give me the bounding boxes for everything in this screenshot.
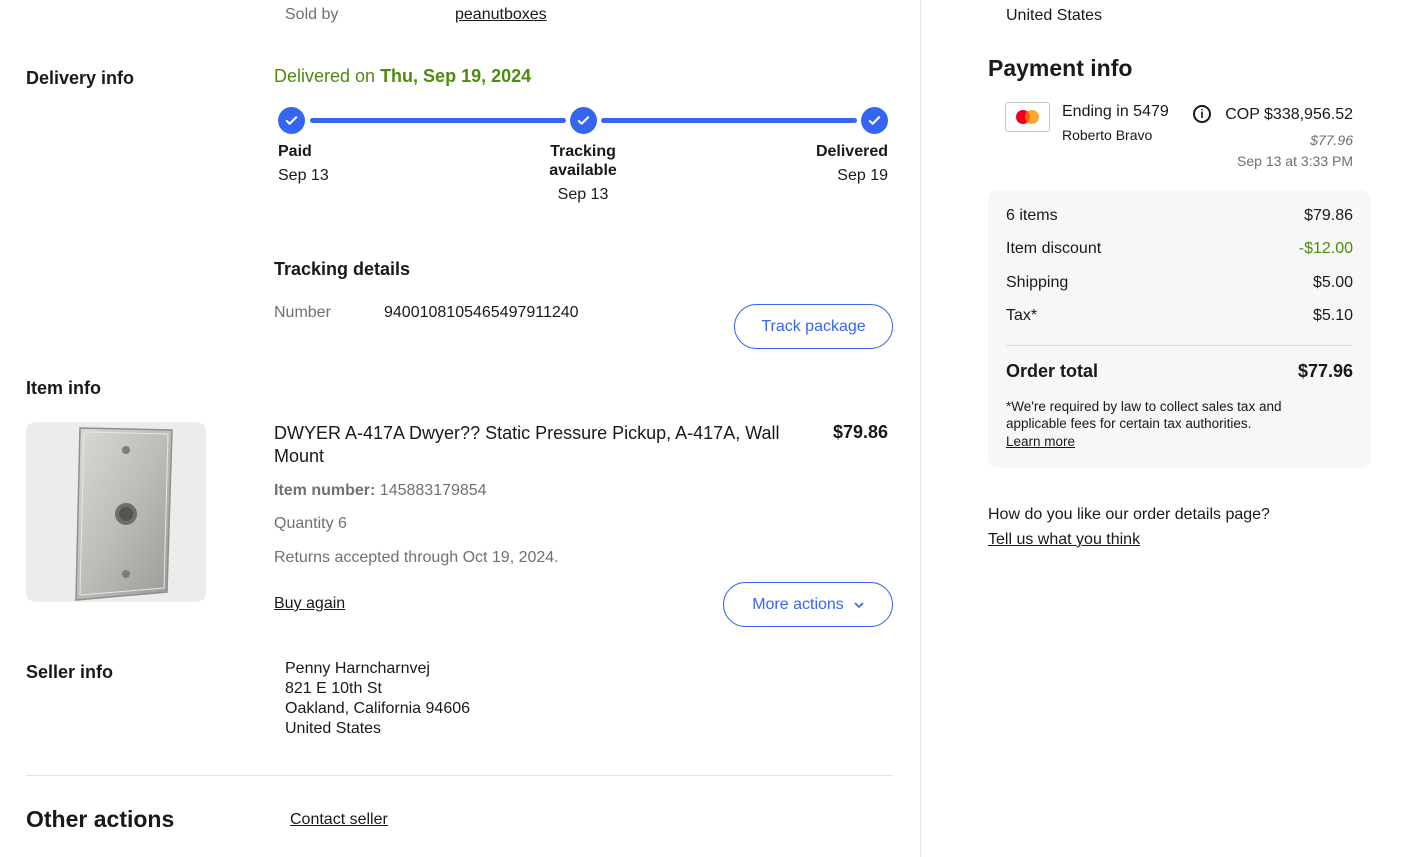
step-title-line1: Tracking [550,143,616,160]
item-title-link[interactable]: DWYER A-417A Dwyer?? Static Pressure Pic… [274,422,819,468]
step-date: Sep 19 [837,167,888,184]
summary-row-total: Order total $77.96 [1006,361,1353,382]
tracking-details-heading: Tracking details [274,259,411,279]
step-title: Paid [278,143,312,160]
summary-row-tax: Tax* $5.10 [1006,307,1353,325]
more-actions-label: More actions [752,595,844,613]
step-title: Delivered [815,143,888,160]
tax-disclaimer: *We're required by law to collect sales … [1006,399,1282,431]
step-tracking-check-icon [570,107,597,134]
summary-discount-value: -$12.00 [1298,240,1353,257]
seller-address-line2: Oakland, California 94606 [285,700,471,717]
item-info-heading: Item info [26,378,101,398]
sold-by-label: Sold by [285,6,339,23]
payment-cop-amount: COP $338,956.52 [1225,106,1353,123]
step-date: Sep 13 [278,167,329,184]
item-number: Item number: 145883179854 [274,482,487,500]
buy-again-link[interactable]: Buy again [274,595,345,613]
step-delivered-check-icon [861,107,888,134]
payment-info-heading: Payment info [988,55,1133,81]
item-image[interactable] [26,422,206,602]
step-date: Sep 13 [557,186,609,203]
summary-row-items: 6 items $79.86 [1006,207,1353,225]
delivery-info-heading: Delivery info [26,68,135,88]
step-delivered: Delivered Sep 19 [788,143,888,185]
other-actions-heading: Other actions [26,806,175,832]
card-ending: Ending in 5479 [1062,103,1169,120]
delivery-status: Delivered on Thu, Sep 19, 2024 [274,66,531,87]
summary-items-label: 6 items [1006,207,1058,224]
seller-username-link[interactable]: peanutboxes [455,6,547,24]
summary-items-value: $79.86 [1304,207,1353,224]
summary-shipping-value: $5.00 [1312,274,1353,291]
seller-name: Penny Harncharnvej [285,660,430,677]
delivery-status-date: Thu, Sep 19, 2024 [380,66,532,86]
feedback-question: How do you like our order details page? [988,506,1270,523]
summary-discount-label: Item discount [1006,240,1102,257]
seller-country: United States [285,720,382,737]
tracking-number-value: 9400108105465497911240 [384,304,579,321]
info-icon[interactable]: i [1193,105,1211,123]
order-total-value: $77.96 [1297,361,1353,381]
progress-segment-2 [601,118,857,123]
seller-address-line1: 821 E 10th St [285,680,382,697]
card-holder: Roberto Bravo [1062,127,1153,143]
summary-tax-label: Tax* [1006,307,1038,324]
tracking-number-label: Number [274,304,331,321]
column-divider [920,0,921,857]
ship-to-country: United States [1006,7,1103,24]
item-quantity: Quantity 6 [274,515,347,532]
payment-usd-amount: $77.96 [1310,132,1353,148]
seller-info-heading: Seller info [26,662,114,682]
item-number-value: 145883179854 [379,482,487,499]
seller-address: Penny Harncharnvej 821 E 10th St Oakland… [285,659,470,739]
wall-plate-image [26,422,206,602]
returns-policy: Returns accepted through Oct 19, 2024. [274,549,559,566]
learn-more-link[interactable]: Learn more [1006,434,1075,449]
summary-divider [1006,345,1353,346]
more-actions-button[interactable]: More actions [723,582,893,627]
contact-seller-link[interactable]: Contact seller [290,811,388,829]
chevron-down-icon [854,602,864,608]
summary-row-shipping: Shipping $5.00 [1006,274,1353,292]
feedback-link[interactable]: Tell us what you think [988,531,1140,549]
summary-tax-value: $5.10 [1312,307,1353,324]
order-summary: 6 items $79.86 Item discount -$12.00 Shi… [988,190,1371,468]
item-price: $79.86 [833,422,889,442]
item-number-label: Item number: [274,482,376,499]
step-tracking: Tracking available Sep 13 [533,143,633,204]
step-title-line2: available [549,162,617,179]
summary-row-discount: Item discount -$12.00 [1006,240,1353,258]
mastercard-icon [1005,102,1050,132]
progress-segment-1 [310,118,566,123]
step-paid: Paid Sep 13 [278,143,329,185]
section-divider [26,775,893,776]
order-total-label: Order total [1006,361,1099,381]
payment-time: Sep 13 at 3:33 PM [1237,153,1353,169]
delivery-status-prefix: Delivered on [274,66,381,86]
step-paid-check-icon [278,107,305,134]
summary-shipping-label: Shipping [1006,274,1069,291]
track-package-button[interactable]: Track package [734,304,893,349]
